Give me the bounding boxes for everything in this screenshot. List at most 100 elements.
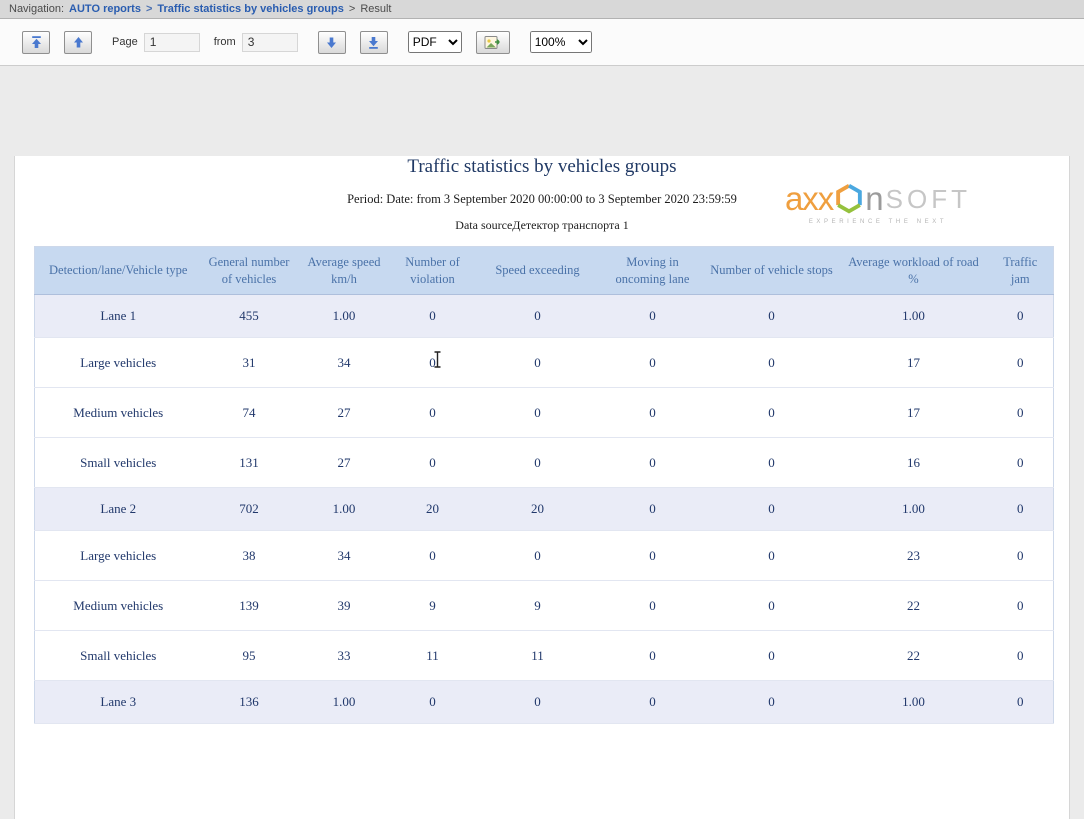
arrow-up-icon [71,35,86,50]
value-cell: 0 [602,488,704,531]
row-label-cell: Large vehicles [35,531,202,581]
table-header-row: Detection/lane/Vehicle typeGeneral numbe… [35,247,1054,295]
table-row: Large vehicles31340000170 [35,338,1054,388]
value-cell: 0 [474,388,602,438]
value-cell: 0 [988,581,1054,631]
next-page-button[interactable] [318,31,346,54]
value-cell: 1.00 [297,681,392,724]
value-cell: 95 [202,631,297,681]
report-table: Detection/lane/Vehicle typeGeneral numbe… [34,246,1054,724]
breadcrumb: Navigation: AUTO reports > Traffic stati… [0,0,1084,19]
breadcrumb-separator: > [349,3,355,15]
total-pages-input[interactable] [242,33,298,52]
column-header: Number of vehicle stops [704,247,840,295]
value-cell: 39 [297,581,392,631]
value-cell: 131 [202,438,297,488]
report-page: axx n SOFT EXPERIENCE THE NEXT Traffic s… [14,156,1070,819]
row-label-cell: Lane 1 [35,295,202,338]
value-cell: 74 [202,388,297,438]
table-row: Small vehicles9533111100220 [35,631,1054,681]
logo-text-axx: axx [785,182,833,215]
value-cell: 0 [704,631,840,681]
value-cell: 33 [297,631,392,681]
breadcrumb-link-auto-reports[interactable]: AUTO reports [69,3,141,15]
value-cell: 27 [297,388,392,438]
first-page-button[interactable] [22,31,50,54]
breadcrumb-label: Navigation: [9,3,64,15]
column-header: General number of vehicles [202,247,297,295]
column-header: Average speed km/h [297,247,392,295]
value-cell: 0 [988,531,1054,581]
format-select[interactable]: PDF [408,31,462,53]
value-cell: 136 [202,681,297,724]
breadcrumb-current-result: Result [360,3,391,15]
arrow-down-bar-icon [366,35,381,50]
report-viewport: axx n SOFT EXPERIENCE THE NEXT Traffic s… [0,156,1084,819]
value-cell: 31 [202,338,297,388]
value-cell: 0 [988,488,1054,531]
table-row: Medium vehicles74270000170 [35,388,1054,438]
breadcrumb-separator: > [146,3,152,15]
previous-page-button[interactable] [64,31,92,54]
value-cell: 0 [392,531,474,581]
report-title: Traffic statistics by vehicles groups [34,156,1050,178]
value-cell: 0 [602,681,704,724]
column-header: Traffic jam [988,247,1054,295]
value-cell: 17 [840,388,988,438]
value-cell: 17 [840,338,988,388]
table-row: Medium vehicles139399900220 [35,581,1054,631]
value-cell: 0 [392,438,474,488]
value-cell: 1.00 [840,488,988,531]
value-cell: 0 [988,295,1054,338]
zoom-select[interactable]: 100% [530,31,592,53]
page-input[interactable] [144,33,200,52]
value-cell: 0 [474,338,602,388]
value-cell: 27 [297,438,392,488]
column-header: Detection/lane/Vehicle type [35,247,202,295]
value-cell: 702 [202,488,297,531]
value-cell: 0 [392,338,474,388]
column-header: Moving in oncoming lane [602,247,704,295]
value-cell: 0 [704,488,840,531]
logo-text-soft: SOFT [886,186,971,212]
value-cell: 0 [988,338,1054,388]
value-cell: 34 [297,338,392,388]
from-label: from [214,36,236,48]
value-cell: 455 [202,295,297,338]
value-cell: 0 [474,681,602,724]
table-row: Large vehicles38340000230 [35,531,1054,581]
export-icon [484,35,502,50]
last-page-button[interactable] [360,31,388,54]
table-body: Lane 14551.0000001.000Large vehicles3134… [35,295,1054,724]
value-cell: 11 [392,631,474,681]
value-cell: 9 [392,581,474,631]
hexagon-logo-icon [835,183,863,214]
value-cell: 0 [988,681,1054,724]
value-cell: 1.00 [297,488,392,531]
value-cell: 0 [474,438,602,488]
value-cell: 0 [602,531,704,581]
value-cell: 0 [602,388,704,438]
value-cell: 0 [392,681,474,724]
column-header: Speed exceeding [474,247,602,295]
value-cell: 0 [602,295,704,338]
row-label-cell: Small vehicles [35,438,202,488]
export-button[interactable] [476,31,510,54]
value-cell: 0 [474,295,602,338]
value-cell: 1.00 [840,295,988,338]
row-label-cell: Small vehicles [35,631,202,681]
table-row: Small vehicles131270000160 [35,438,1054,488]
breadcrumb-link-traffic-statistics[interactable]: Traffic statistics by vehicles groups [157,3,343,15]
value-cell: 11 [474,631,602,681]
row-label-cell: Lane 2 [35,488,202,531]
value-cell: 0 [392,388,474,438]
value-cell: 0 [704,438,840,488]
page-label: Page [112,36,138,48]
value-cell: 22 [840,581,988,631]
value-cell: 0 [704,388,840,438]
value-cell: 0 [704,581,840,631]
row-label-cell: Medium vehicles [35,581,202,631]
value-cell: 0 [704,681,840,724]
value-cell: 0 [392,295,474,338]
logo-tagline: EXPERIENCE THE NEXT [785,219,971,225]
